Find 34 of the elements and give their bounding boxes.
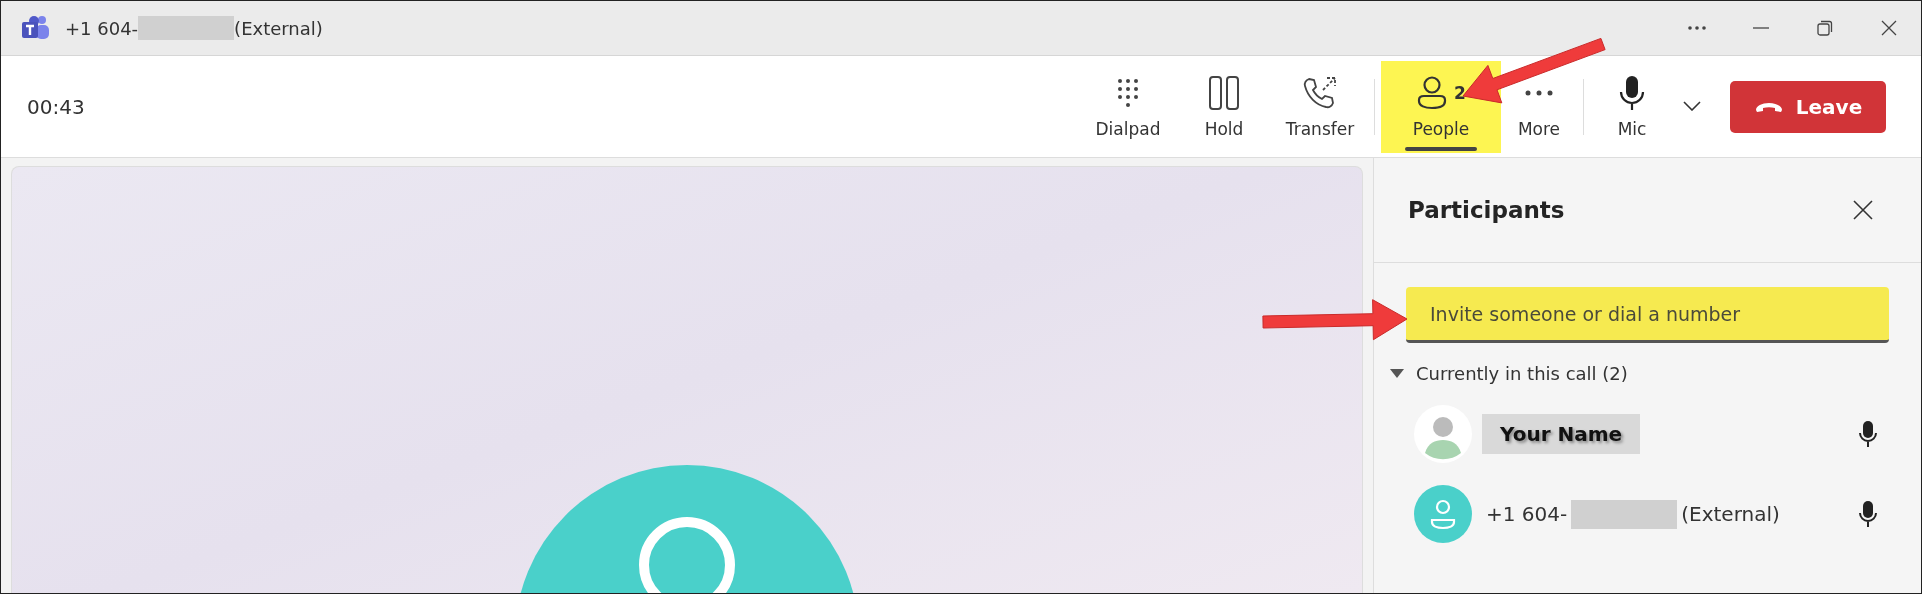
more-icon xyxy=(1525,89,1553,96)
close-icon xyxy=(1881,20,1897,36)
transfer-button[interactable]: Transfer xyxy=(1272,60,1368,153)
chevron-down-icon xyxy=(1683,101,1701,111)
microphone-icon xyxy=(1619,74,1645,111)
people-button[interactable]: 2 People xyxy=(1381,60,1501,153)
avatar-silhouette xyxy=(1414,405,1472,463)
section-toggle[interactable]: Currently in this call (2) xyxy=(1390,363,1628,384)
caller-number: +1 604- xyxy=(65,17,139,39)
mic-button[interactable]: Mic xyxy=(1590,60,1674,153)
hold-button[interactable]: Hold xyxy=(1176,60,1272,153)
call-timer: 00:43 xyxy=(27,94,85,119)
leave-button[interactable]: Leave xyxy=(1730,80,1886,133)
participant-type: (External) xyxy=(1681,502,1780,526)
panel-title: Participants xyxy=(1408,197,1565,223)
phone-transfer-icon xyxy=(1303,75,1337,110)
participant-name: Your Name xyxy=(1482,414,1641,454)
app-logo-icon xyxy=(21,15,51,41)
close-icon xyxy=(1853,200,1873,220)
dialpad-icon xyxy=(1117,77,1139,108)
participant-count: 2 xyxy=(1454,82,1466,103)
microphone-icon xyxy=(1859,500,1877,528)
microphone-icon xyxy=(1859,420,1877,448)
restore-icon xyxy=(1817,20,1833,36)
invite-field[interactable]: Invite someone or dial a number xyxy=(1406,287,1889,343)
pause-icon xyxy=(1208,75,1240,110)
participant-number: +1 604- xyxy=(1486,502,1568,526)
minimize-icon xyxy=(1753,27,1769,29)
triangle-icon xyxy=(1390,368,1404,379)
avatar-icon xyxy=(1414,485,1472,543)
dialpad-button[interactable]: Dialpad xyxy=(1080,60,1176,153)
more-icon xyxy=(1687,25,1707,31)
caller-type: (External) xyxy=(234,17,323,39)
person-icon xyxy=(1416,75,1449,110)
